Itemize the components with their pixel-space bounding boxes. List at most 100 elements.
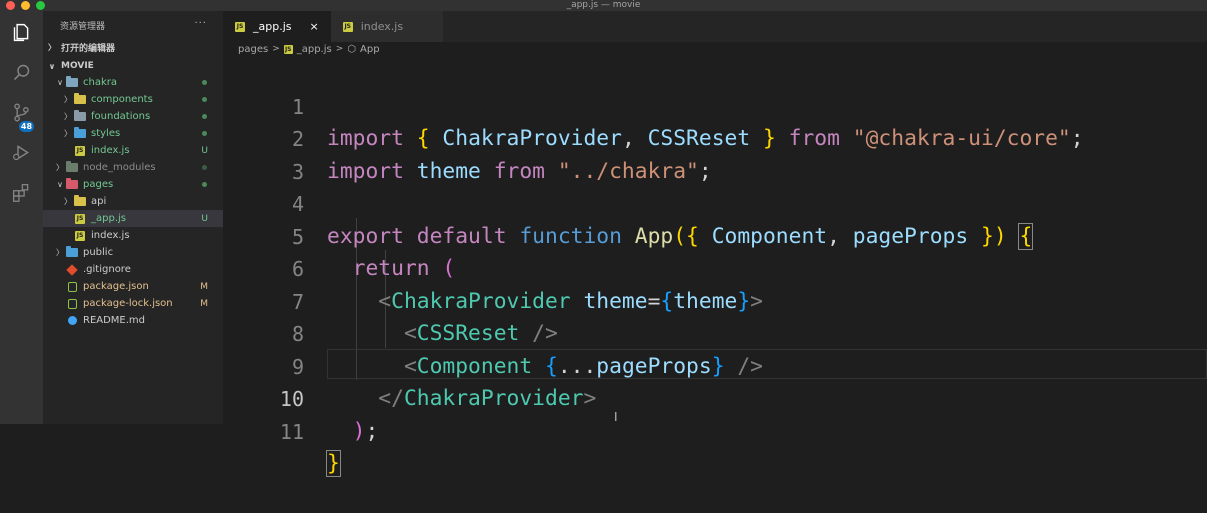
tree-item-readme[interactable]: README.md bbox=[43, 312, 223, 329]
tree-item-label: README.md bbox=[83, 315, 146, 326]
code-line: 6 <ChakraProvider theme={theme}> bbox=[223, 221, 1207, 314]
token: } bbox=[326, 450, 341, 477]
tree-item-chakra-index[interactable]: JS index.js U bbox=[43, 142, 223, 159]
folder-icon bbox=[66, 178, 78, 189]
breadcrumb: pages > JS _app.js > ⬡ App bbox=[223, 42, 1207, 56]
search-icon[interactable] bbox=[11, 62, 32, 83]
text-cursor-icon: I bbox=[614, 410, 618, 424]
code-line: 2 import theme from "../chakra"; bbox=[223, 91, 1207, 184]
js-file-icon: JS bbox=[75, 145, 85, 156]
folder-icon bbox=[66, 161, 78, 172]
tree-item-label: public bbox=[83, 247, 114, 258]
modified-dot bbox=[202, 131, 207, 136]
tree-item-label: .gitignore bbox=[83, 264, 131, 275]
tree-item-api[interactable]: 〉 api bbox=[43, 193, 223, 210]
tab-index-js[interactable]: JS index.js bbox=[330, 11, 444, 42]
token: ) bbox=[352, 418, 366, 444]
git-status-badge: U bbox=[201, 213, 208, 224]
tree-item-label: chakra bbox=[83, 77, 117, 88]
tree-item-node-modules[interactable]: 〉 node_modules bbox=[43, 159, 223, 176]
folder-icon bbox=[74, 110, 86, 121]
folder-icon bbox=[74, 93, 86, 104]
chevron-right-icon: 〉 bbox=[64, 112, 72, 121]
info-icon bbox=[67, 316, 77, 325]
code-line: 9 </ChakraProvider> bbox=[223, 318, 1207, 412]
git-icon bbox=[66, 263, 78, 276]
code-line: 10 ); bbox=[223, 351, 1207, 444]
chevron-down-icon: ∨ bbox=[48, 61, 56, 71]
tab-app-js[interactable]: JS _app.js × bbox=[223, 11, 331, 42]
chevron-down-icon: ∨ bbox=[57, 78, 63, 87]
js-file-icon: JS bbox=[283, 44, 293, 54]
explorer-header: 资源管理器 ··· bbox=[43, 11, 223, 39]
chevron-right-icon: 〉 bbox=[64, 95, 72, 104]
explorer-title: 资源管理器 bbox=[60, 21, 106, 32]
tab-label: _app.js bbox=[253, 20, 292, 33]
breadcrumb-separator: > bbox=[272, 44, 280, 54]
folder-icon bbox=[66, 76, 78, 87]
run-debug-icon[interactable] bbox=[11, 142, 32, 163]
extensions-icon[interactable] bbox=[11, 182, 32, 203]
git-status-badge: M bbox=[200, 298, 208, 309]
nodejs-icon bbox=[67, 298, 77, 309]
chevron-right-icon: 〉 bbox=[64, 197, 72, 206]
tab-label: index.js bbox=[360, 20, 404, 33]
git-status-badge: M bbox=[200, 281, 208, 292]
tree-item-label: foundations bbox=[91, 111, 151, 122]
chevron-right-icon: 〉 bbox=[56, 163, 64, 172]
tree-item-foundations[interactable]: 〉 foundations bbox=[43, 108, 223, 125]
chevron-right-icon: 〉 bbox=[64, 129, 72, 138]
explorer-icon[interactable] bbox=[11, 22, 32, 43]
js-file-icon: JS bbox=[235, 21, 245, 32]
breadcrumb-item-pages[interactable]: pages bbox=[238, 44, 268, 55]
project-label: MOVIE bbox=[61, 61, 94, 71]
modified-dot bbox=[202, 114, 207, 119]
code-line: 5 return ( bbox=[223, 188, 1207, 282]
open-editors-section[interactable]: 〉 打开的编辑器 bbox=[43, 39, 223, 55]
tree-item-package-lock-json[interactable]: package-lock.json M bbox=[43, 295, 223, 312]
breadcrumb-item-file[interactable]: _app.js bbox=[297, 44, 332, 55]
chevron-right-icon: 〉 bbox=[48, 42, 56, 52]
tree-item-label: _app.js bbox=[91, 213, 126, 224]
js-file-icon: JS bbox=[75, 213, 85, 224]
tree-item-label: components bbox=[91, 94, 153, 105]
modified-dot bbox=[202, 80, 207, 85]
token: ; bbox=[365, 418, 379, 444]
tree-item-label: node_modules bbox=[83, 162, 156, 173]
tree-item-pages[interactable]: ∨ pages bbox=[43, 176, 223, 193]
breadcrumb-item-symbol[interactable]: App bbox=[360, 44, 380, 55]
code-line: 1 import { ChakraProvider, CSSReset } fr… bbox=[223, 58, 1207, 152]
tree-item-styles[interactable]: 〉 styles bbox=[43, 125, 223, 142]
code-line: 3 bbox=[223, 123, 1207, 184]
modified-dot bbox=[202, 165, 207, 170]
tree-item-components[interactable]: 〉 components bbox=[43, 91, 223, 108]
project-section[interactable]: ∨ MOVIE bbox=[43, 58, 223, 74]
js-file-icon: JS bbox=[342, 21, 353, 32]
activity-bar: 48 bbox=[0, 11, 43, 424]
line-number: 11 bbox=[279, 419, 304, 444]
tree-item-label: index.js bbox=[91, 145, 130, 156]
tree-item-label: package.json bbox=[83, 281, 149, 292]
more-actions-icon[interactable]: ··· bbox=[194, 18, 207, 29]
tree-item-label: package-lock.json bbox=[83, 298, 173, 309]
modified-dot bbox=[202, 97, 207, 102]
source-control-icon[interactable] bbox=[11, 102, 32, 123]
tree-item-chakra[interactable]: ∨ chakra bbox=[43, 74, 223, 91]
breadcrumb-separator: > bbox=[335, 44, 344, 54]
code-line: 4 export default function App({ Componen… bbox=[223, 156, 1207, 250]
folder-icon bbox=[66, 246, 78, 257]
close-icon[interactable]: × bbox=[310, 20, 319, 33]
code-editor[interactable]: 1 import { ChakraProvider, CSSReset } fr… bbox=[223, 56, 1207, 477]
tree-item-package-json[interactable]: package.json M bbox=[43, 278, 223, 295]
tree-item-pages-index[interactable]: JS index.js bbox=[43, 227, 223, 244]
chevron-right-icon: 〉 bbox=[56, 248, 64, 257]
tree-item-label: api bbox=[91, 196, 107, 207]
folder-icon bbox=[74, 127, 86, 138]
explorer-sidebar: 资源管理器 ··· 〉 打开的编辑器 ∨ MOVIE ∨ chakra 〉 co… bbox=[43, 11, 223, 424]
tree-item-gitignore[interactable]: .gitignore bbox=[43, 261, 223, 278]
tree-item-public[interactable]: 〉 public bbox=[43, 244, 223, 261]
scm-badge: 48 bbox=[19, 121, 34, 132]
tree-item-label: styles bbox=[91, 128, 121, 139]
tree-item-app-js[interactable]: JS _app.js U bbox=[43, 210, 223, 227]
tree-item-label: index.js bbox=[91, 230, 130, 241]
